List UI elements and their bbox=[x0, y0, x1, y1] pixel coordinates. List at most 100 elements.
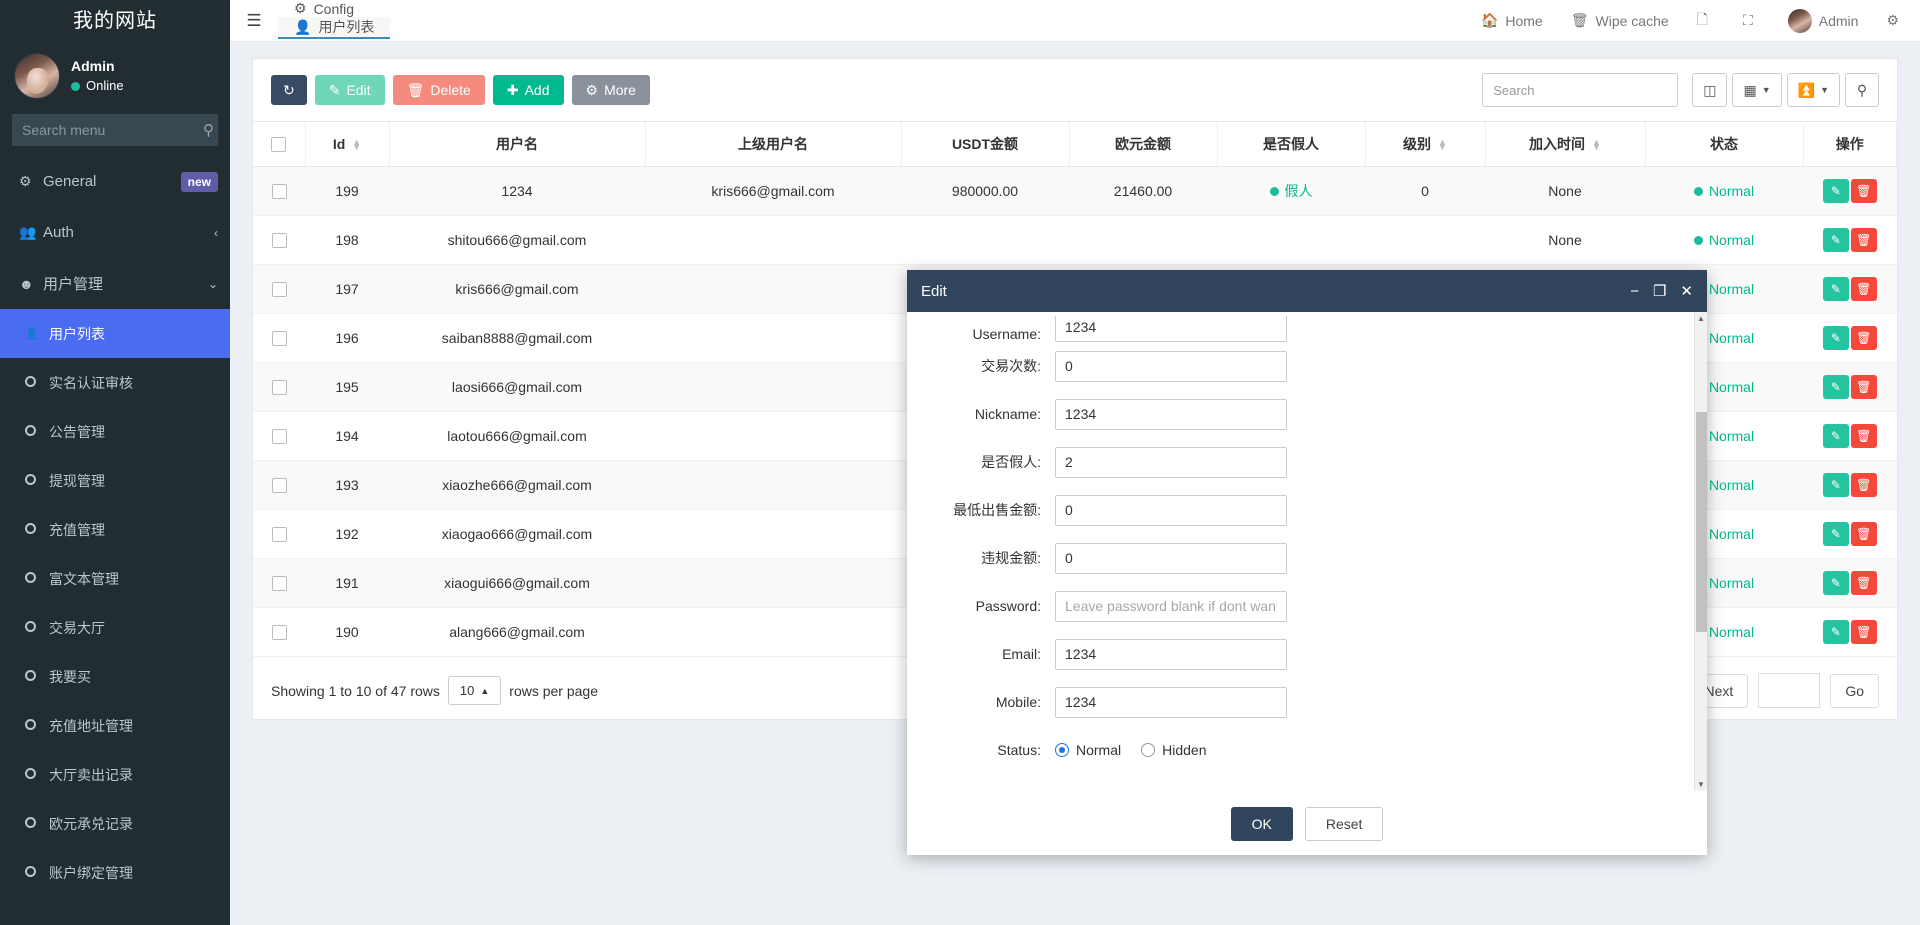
edit-button[interactable]: ✎ Edit bbox=[315, 75, 385, 105]
maximize-icon[interactable]: ❐ bbox=[1653, 284, 1666, 299]
row-delete-button[interactable]: 🗑 bbox=[1851, 620, 1877, 644]
sidebar-item-8[interactable]: 富文本管理 bbox=[0, 554, 230, 603]
row-edit-button[interactable]: ✎ bbox=[1823, 375, 1849, 399]
row-edit-button[interactable]: ✎ bbox=[1823, 522, 1849, 546]
row-edit-button[interactable]: ✎ bbox=[1823, 277, 1849, 301]
row-checkbox[interactable] bbox=[272, 429, 287, 444]
row-checkbox[interactable] bbox=[272, 576, 287, 591]
row-checkbox[interactable] bbox=[272, 331, 287, 346]
more-button[interactable]: ⚙ More bbox=[572, 75, 650, 105]
field-input-5[interactable] bbox=[1055, 543, 1287, 574]
field-input-1[interactable] bbox=[1055, 351, 1287, 382]
field-input-8[interactable] bbox=[1055, 687, 1287, 718]
sort-arrows-icon[interactable]: ▲▼ bbox=[352, 140, 361, 150]
export-button[interactable]: ⏫ ▼ bbox=[1787, 73, 1840, 107]
sidebar-item-2[interactable]: ☻用户管理⌄ bbox=[0, 258, 230, 309]
row-checkbox[interactable] bbox=[272, 380, 287, 395]
nav-tab-0[interactable]: ⚙Config bbox=[278, 0, 390, 17]
field-input-4[interactable] bbox=[1055, 495, 1287, 526]
table-row[interactable]: 1991234kris666@gmail.com980000.0021460.0… bbox=[253, 167, 1897, 216]
add-button[interactable]: ✚ Add bbox=[493, 75, 564, 105]
pagination-go-button[interactable]: Go bbox=[1830, 674, 1879, 708]
sidebar-item-11[interactable]: 充值地址管理 bbox=[0, 701, 230, 750]
row-delete-button[interactable]: 🗑 bbox=[1851, 522, 1877, 546]
sidebar-item-6[interactable]: 提现管理 bbox=[0, 456, 230, 505]
nav-action-3[interactable]: ⛶ bbox=[1729, 0, 1774, 42]
row-delete-button[interactable]: 🗑 bbox=[1851, 228, 1877, 252]
dialog-scrollbar[interactable]: ▲ ▼ bbox=[1694, 312, 1707, 791]
row-edit-button[interactable]: ✎ bbox=[1823, 571, 1849, 595]
sidebar-item-1[interactable]: 👥Auth‹ bbox=[0, 207, 230, 258]
row-delete-button[interactable]: 🗑 bbox=[1851, 277, 1877, 301]
nav-action-0[interactable]: 🏠Home bbox=[1467, 0, 1557, 42]
sidebar-item-0[interactable]: ⚙Generalnew bbox=[0, 156, 230, 207]
row-delete-button[interactable]: 🗑 bbox=[1851, 326, 1877, 350]
table-row[interactable]: 198shitou666@gmail.comNoneNormal✎🗑 bbox=[253, 216, 1897, 265]
reset-button[interactable]: Reset bbox=[1305, 807, 1384, 841]
row-checkbox[interactable] bbox=[272, 184, 287, 199]
sidebar-item-4[interactable]: 实名认证审核 bbox=[0, 358, 230, 407]
rows-per-page-dropdown[interactable]: 10 ▲ bbox=[448, 676, 501, 705]
toggle-view-button[interactable]: ◫ bbox=[1692, 73, 1727, 107]
field-input-3[interactable] bbox=[1055, 447, 1287, 478]
sidebar-item-14[interactable]: 账户绑定管理 bbox=[0, 848, 230, 897]
status-option-0[interactable]: Normal bbox=[1055, 742, 1121, 758]
row-checkbox[interactable] bbox=[272, 625, 287, 640]
row-delete-button[interactable]: 🗑 bbox=[1851, 424, 1877, 448]
select-all-checkbox[interactable] bbox=[271, 137, 286, 152]
field-input-7[interactable] bbox=[1055, 639, 1287, 670]
field-input-0[interactable] bbox=[1055, 316, 1287, 342]
row-checkbox[interactable] bbox=[272, 282, 287, 297]
row-delete-button[interactable]: 🗑 bbox=[1851, 571, 1877, 595]
sort-arrows-icon[interactable]: ▲▼ bbox=[1592, 140, 1601, 150]
nav-action-5[interactable]: ⚙ bbox=[1872, 0, 1920, 42]
row-edit-button[interactable]: ✎ bbox=[1823, 473, 1849, 497]
nav-action-2[interactable]: 🗋 bbox=[1683, 0, 1729, 42]
sidebar-item-9[interactable]: 交易大厅 bbox=[0, 603, 230, 652]
ok-button[interactable]: OK bbox=[1231, 807, 1293, 841]
radio-icon[interactable] bbox=[1055, 743, 1069, 757]
table-header-cell-1[interactable]: Id▲▼ bbox=[305, 122, 389, 167]
minimize-icon[interactable]: − bbox=[1630, 284, 1639, 299]
row-edit-button[interactable]: ✎ bbox=[1823, 424, 1849, 448]
scrollbar-thumb[interactable] bbox=[1696, 412, 1707, 632]
sidebar-item-12[interactable]: 大厅卖出记录 bbox=[0, 750, 230, 799]
sidebar-item-10[interactable]: 我要买 bbox=[0, 652, 230, 701]
row-edit-button[interactable]: ✎ bbox=[1823, 326, 1849, 350]
columns-button[interactable]: ▦ ▼ bbox=[1732, 73, 1781, 107]
nav-action-4[interactable]: Admin bbox=[1774, 0, 1873, 42]
row-edit-button[interactable]: ✎ bbox=[1823, 179, 1849, 203]
field-input-2[interactable] bbox=[1055, 399, 1287, 430]
row-delete-button[interactable]: 🗑 bbox=[1851, 473, 1877, 497]
scroll-down-icon[interactable]: ▼ bbox=[1695, 778, 1707, 791]
close-icon[interactable]: ✕ bbox=[1680, 284, 1693, 299]
pagination-goto-input[interactable] bbox=[1758, 673, 1820, 708]
advanced-search-button[interactable]: ⚲ bbox=[1845, 73, 1879, 107]
radio-icon[interactable] bbox=[1141, 743, 1155, 757]
sidebar-toggle-button[interactable]: ☰ bbox=[230, 0, 278, 41]
table-header-cell-7[interactable]: 级别▲▼ bbox=[1365, 122, 1485, 167]
row-delete-button[interactable]: 🗑 bbox=[1851, 179, 1877, 203]
search-input[interactable] bbox=[1482, 73, 1678, 107]
nav-tab-1[interactable]: 👤用户列表 bbox=[278, 17, 390, 39]
sidebar-item-5[interactable]: 公告管理 bbox=[0, 407, 230, 456]
row-checkbox[interactable] bbox=[272, 478, 287, 493]
sidebar-item-3[interactable]: 👤用户列表 bbox=[0, 309, 230, 358]
row-edit-button[interactable]: ✎ bbox=[1823, 620, 1849, 644]
delete-button[interactable]: 🗑 Delete bbox=[393, 75, 485, 105]
row-checkbox[interactable] bbox=[272, 233, 287, 248]
scroll-up-icon[interactable]: ▲ bbox=[1695, 312, 1707, 325]
sidebar-item-7[interactable]: 充值管理 bbox=[0, 505, 230, 554]
row-delete-button[interactable]: 🗑 bbox=[1851, 375, 1877, 399]
sort-arrows-icon[interactable]: ▲▼ bbox=[1438, 140, 1447, 150]
row-edit-button[interactable]: ✎ bbox=[1823, 228, 1849, 252]
row-checkbox[interactable] bbox=[272, 527, 287, 542]
sidebar-item-13[interactable]: 欧元承兑记录 bbox=[0, 799, 230, 848]
field-input-6[interactable] bbox=[1055, 591, 1287, 622]
status-option-1[interactable]: Hidden bbox=[1141, 742, 1206, 758]
nav-action-1[interactable]: 🗑Wipe cache bbox=[1557, 0, 1683, 42]
menu-search-input[interactable] bbox=[22, 122, 203, 138]
menu-search-box[interactable]: ⚲ bbox=[12, 114, 218, 146]
refresh-button[interactable]: ↻ bbox=[271, 75, 307, 105]
status-radio-group[interactable]: Normal Hidden bbox=[1055, 742, 1207, 758]
